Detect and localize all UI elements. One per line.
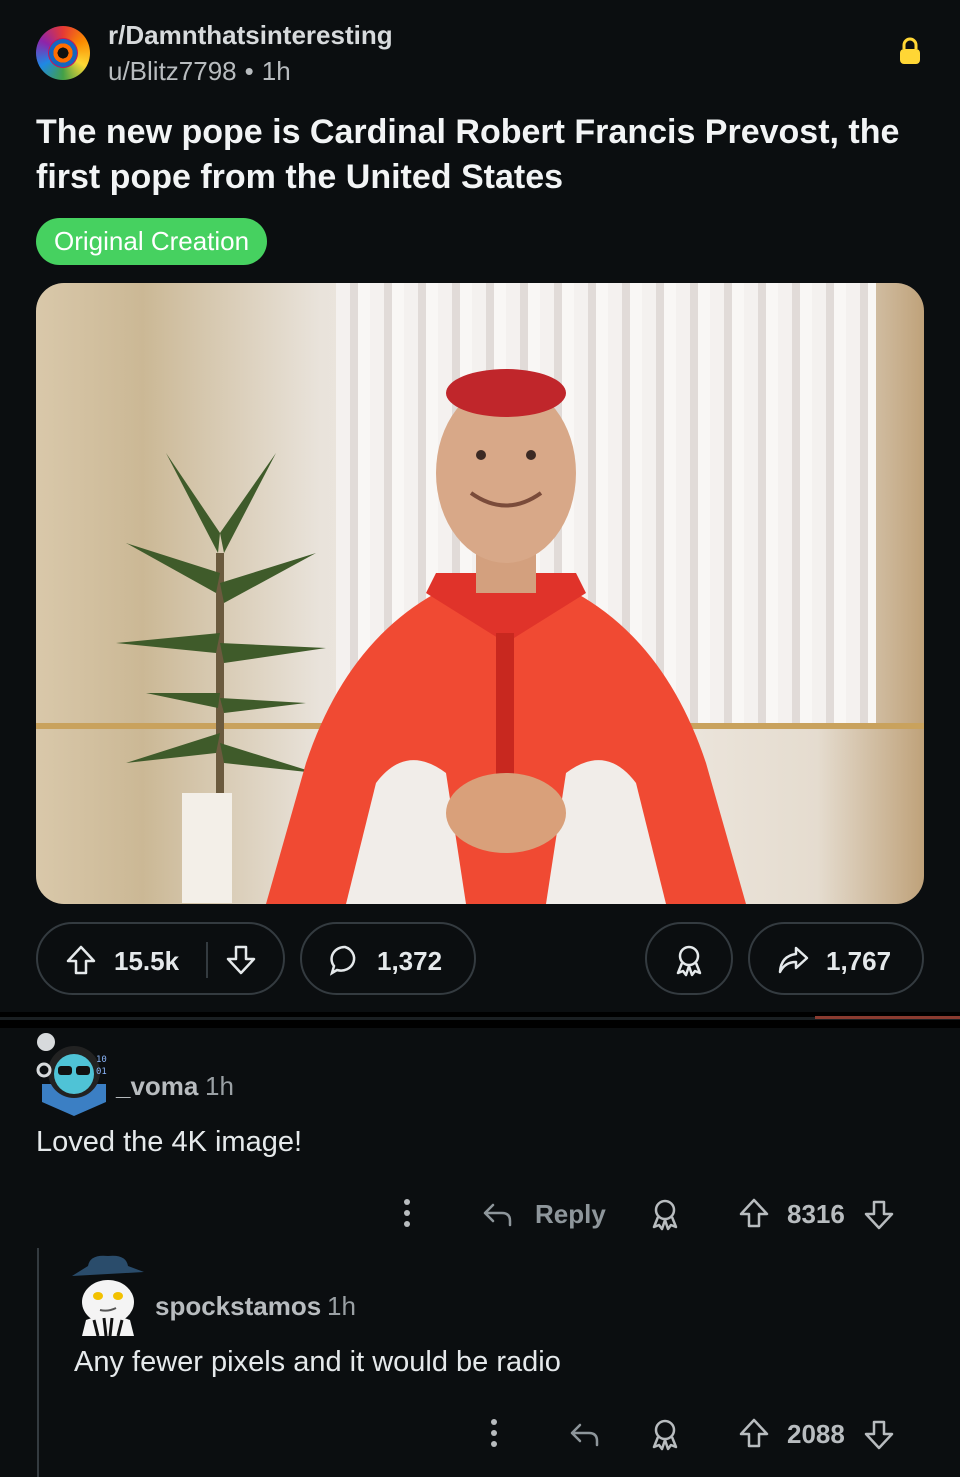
comment-avatar[interactable]	[72, 1254, 144, 1336]
lock-icon	[896, 37, 924, 65]
reply-icon[interactable]	[567, 1417, 601, 1451]
post-meta: u/Blitz7798 • 1h	[108, 56, 291, 87]
award-icon[interactable]	[648, 1417, 682, 1451]
more-icon[interactable]	[390, 1196, 424, 1230]
separator-accent	[815, 1016, 960, 1019]
svg-text:10: 10	[96, 1055, 107, 1065]
comment-author[interactable]: _voma	[116, 1071, 198, 1102]
downvote-icon[interactable]	[224, 943, 258, 977]
share-button[interactable]: 1,767	[748, 922, 924, 995]
thread-line[interactable]	[37, 1248, 39, 1477]
more-icon[interactable]	[477, 1416, 511, 1450]
post-title[interactable]: The new pope is Cardinal Robert Francis …	[36, 110, 926, 200]
upvote-icon[interactable]	[737, 1416, 771, 1450]
section-separator	[0, 1012, 960, 1028]
share-count: 1,767	[826, 946, 892, 976]
comment-count: 1,372	[377, 946, 443, 976]
downvote-icon[interactable]	[862, 1418, 896, 1452]
post-time: 1h	[261, 56, 291, 86]
comment-icon	[328, 943, 362, 977]
comment-actions: Reply 8316	[390, 1194, 910, 1234]
vote-count: 15.5k	[114, 946, 180, 976]
subreddit-avatar[interactable]	[36, 26, 90, 80]
upvote-icon[interactable]	[64, 943, 98, 977]
comment-vote-count: 2088	[787, 1419, 845, 1449]
comment-body: Any fewer pixels and it would be radio	[74, 1346, 561, 1378]
image-person	[266, 369, 746, 904]
post-card: r/Damnthatsinteresting u/Blitz7798 • 1h Th…	[0, 0, 960, 1012]
comment-time: 1h	[205, 1071, 234, 1101]
share-icon	[776, 943, 810, 977]
comment-author[interactable]: spockstamos	[155, 1291, 321, 1322]
post-flair[interactable]: Original Creation	[36, 218, 268, 265]
comments-button[interactable]: 1,372	[300, 922, 476, 995]
comment-vote-count: 8316	[787, 1199, 845, 1229]
vote-divider	[206, 942, 208, 978]
award-icon	[672, 943, 706, 977]
comment-avatar[interactable]: 10 01	[34, 1032, 114, 1116]
vote-pill: 15.5k	[36, 922, 285, 995]
comment-actions: 2088	[477, 1414, 910, 1454]
subreddit-name[interactable]: r/Damnthatsinteresting	[108, 20, 393, 51]
comment-time: 1h	[327, 1291, 356, 1321]
reply-icon[interactable]	[480, 1197, 514, 1231]
award-button[interactable]	[645, 922, 733, 995]
svg-text:01: 01	[96, 1067, 107, 1077]
reply-button[interactable]: Reply	[535, 1199, 606, 1230]
comment-body: Loved the 4K image!	[36, 1126, 303, 1158]
post-image[interactable]	[36, 283, 924, 904]
award-icon[interactable]	[648, 1197, 682, 1231]
downvote-icon[interactable]	[862, 1198, 896, 1232]
upvote-icon[interactable]	[737, 1196, 771, 1230]
post-author[interactable]: u/Blitz7798	[108, 56, 237, 86]
meta-dot: •	[244, 56, 254, 86]
